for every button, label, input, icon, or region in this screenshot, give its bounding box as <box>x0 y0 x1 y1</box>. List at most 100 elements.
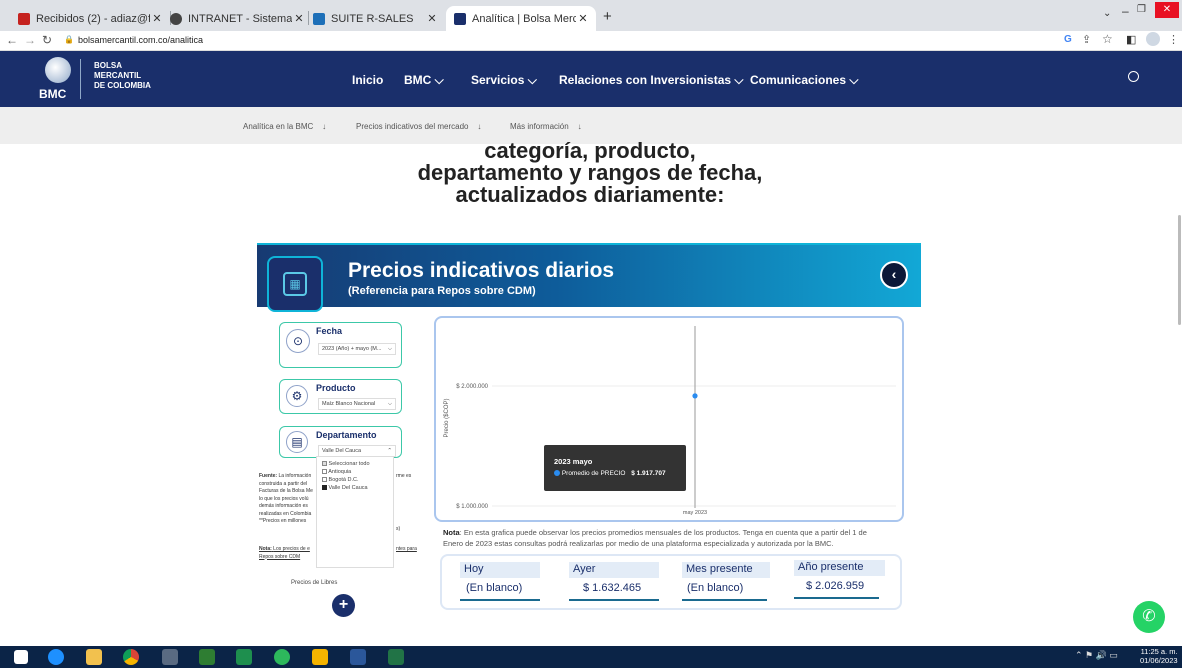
menu-kebab-icon[interactable]: ⋮ <box>1168 33 1179 46</box>
chart-container: $ 2.000.000 $ 1.000.000 Precio ($COP) may 2… <box>434 316 904 522</box>
reload-icon[interactable]: ↻ <box>42 33 52 47</box>
gmail-icon <box>18 12 30 25</box>
nav-relaciones-inversionistas[interactable]: Relaciones con Inversionistas ⌵ <box>559 73 744 88</box>
brand-name: BOLSA MERCANTIL DE COLOMBIA <box>94 61 151 90</box>
lock-icon[interactable]: 🔒 <box>64 35 74 44</box>
fecha-select[interactable]: 2023 (Año) + mayo (M... ⌵ <box>318 343 396 355</box>
whatsapp-icon[interactable]: ✆ <box>1133 601 1165 633</box>
tab-search-chevron-icon[interactable]: ⌄ <box>1103 8 1111 19</box>
chevron-down-icon: ⌵ <box>387 346 392 352</box>
chrome-icon[interactable] <box>123 649 139 665</box>
maximize-button[interactable]: ❐ <box>1137 4 1146 15</box>
powerbi-icon[interactable] <box>312 649 328 665</box>
data-point <box>692 393 698 399</box>
producto-select[interactable]: Maíz Blanco Nacional ⌵ <box>318 398 396 410</box>
store-icon[interactable] <box>236 649 252 665</box>
bmc-favicon-icon <box>454 12 466 25</box>
tab-suite-rsales[interactable]: SUITE R-SALES ✕ <box>305 6 445 31</box>
source-notes-right-2: s) <box>396 526 401 532</box>
kpi-anio-presente: Año presente $ 2.026.959 <box>794 560 889 602</box>
series-dot-icon <box>554 470 560 477</box>
filter-producto[interactable]: ⚙ Producto Maíz Blanco Nacional ⌵ <box>279 379 402 414</box>
filter-fecha[interactable]: ⊙ Fecha 2023 (Año) + mayo (M... ⌵ <box>279 322 402 368</box>
google-icon[interactable]: G <box>1064 34 1072 45</box>
address-bar: ← → ↻ 🔒 bolsamercantil.com.co/analitica … <box>0 31 1182 51</box>
checkbox[interactable] <box>322 469 327 475</box>
nota-link-right[interactable]: ntes para <box>396 546 417 552</box>
close-window-button[interactable]: ✕ <box>1155 2 1179 18</box>
close-icon[interactable]: ✕ <box>425 12 439 25</box>
checkbox[interactable] <box>322 461 327 467</box>
page-scrollbar[interactable] <box>1178 215 1181 325</box>
excel-icon[interactable] <box>388 649 404 665</box>
tab-analitica[interactable]: Analítica | Bolsa Mercantil de Col ✕ <box>446 6 596 31</box>
ie-icon[interactable] <box>48 649 64 665</box>
windows-start-icon[interactable] <box>14 650 28 664</box>
chevron-down-icon: ⌵ <box>849 73 859 87</box>
checkbox-checked[interactable] <box>322 485 327 491</box>
tab-gmail[interactable]: Recibidos (2) - adiaz@fenalceco ✕ <box>10 6 170 31</box>
arrow-down-icon: ↓ <box>322 122 327 131</box>
source-notes: Fuente: La información construida a part… <box>259 473 313 524</box>
departamento-dropdown: Seleccionar todo Antioquia Bogotá D.C. V… <box>316 456 394 568</box>
url-text[interactable]: bolsamercantil.com.co/analitica <box>78 35 203 45</box>
logo-divider <box>80 59 81 99</box>
kpi-mes-presente: Mes presente (En blanco) <box>682 562 777 604</box>
report-subtitle: (Referencia para Repos sobre CDM) <box>348 285 536 297</box>
kpi-ayer: Ayer $ 1.632.465 <box>569 562 664 604</box>
back-arrow-button[interactable]: ‹ <box>880 261 908 289</box>
close-icon[interactable]: ✕ <box>292 12 306 25</box>
sidebar-icon[interactable]: ◧ <box>1126 33 1136 46</box>
dropdown-option-valle[interactable]: Valle Del Cauca <box>322 485 368 491</box>
bmc-logo-globe-icon <box>45 57 71 83</box>
chevron-down-icon: ⌵ <box>387 401 392 407</box>
close-icon[interactable]: ✕ <box>576 12 590 25</box>
nota-link[interactable]: Nota: Los precios de e Repos sobre CDM <box>259 546 310 561</box>
subnav-mas-info[interactable]: Más información ↓ <box>510 122 582 131</box>
nota-text: Nota: En esta grafica puede observar los… <box>443 528 867 548</box>
add-button[interactable]: + <box>332 594 355 617</box>
tab-intranet[interactable]: INTRANET - Sistema de Informac ✕ <box>162 6 312 31</box>
calendar-money-icon: ⊙ <box>286 329 310 353</box>
report-logo: ▦ <box>267 256 323 312</box>
file-explorer-icon[interactable] <box>86 649 102 665</box>
clock[interactable]: 11:25 a. m. 01/06/2023 <box>1140 647 1178 665</box>
chevron-down-icon: ⌵ <box>434 73 444 87</box>
checkbox[interactable] <box>322 477 327 483</box>
kpi-hoy: Hoy (En blanco) <box>460 562 545 604</box>
search-icon[interactable] <box>1128 71 1139 82</box>
nav-comunicaciones[interactable]: Comunicaciones ⌵ <box>750 73 858 88</box>
share-icon[interactable]: ⇪ <box>1082 33 1091 46</box>
nav-servicios[interactable]: Servicios ⌵ <box>471 73 537 88</box>
dropdown-option-bogota[interactable]: Bogotá D.C. <box>322 477 359 483</box>
precios-libres-label: Precios de Libres <box>291 580 338 586</box>
terminal-icon[interactable] <box>162 649 178 665</box>
subnav-precios[interactable]: Precios indicativos del mercado ↓ <box>356 122 481 131</box>
profile-avatar[interactable] <box>1146 32 1160 46</box>
dropdown-option-todo[interactable]: Seleccionar todo <box>322 461 370 467</box>
forward-icon[interactable]: → <box>24 33 36 47</box>
source-notes-right: rme es <box>396 473 412 479</box>
map-icon: ▤ <box>286 431 308 453</box>
calculator-icon[interactable] <box>199 649 215 665</box>
chevron-down-icon: ⌵ <box>734 73 744 87</box>
system-tray-icons[interactable]: ⌃ ⚑ 🔊 ▭ <box>1075 650 1118 661</box>
nav-inicio[interactable]: Inicio <box>352 73 383 87</box>
chevron-down-icon: ⌵ <box>527 73 537 87</box>
messaging-icon[interactable] <box>274 649 290 665</box>
tooltip-row: Promedio de PRECIO $ 1.917.707 <box>554 470 666 477</box>
site-header: BMC BOLSA MERCANTIL DE COLOMBIA Inicio B… <box>0 51 1182 107</box>
minimize-button[interactable]: – <box>1122 4 1129 18</box>
dropdown-option-antioquia[interactable]: Antioquia <box>322 469 351 475</box>
word-icon[interactable] <box>350 649 366 665</box>
product-icon: ⚙ <box>286 385 308 407</box>
nav-bmc[interactable]: BMC ⌵ <box>404 73 444 88</box>
y-tick-label: $ 1.000.000 <box>456 504 488 510</box>
filter-departamento[interactable]: ▤ Departamento Valle Del Cauca ⌃ <box>279 426 402 458</box>
report-title: Precios indicativos diarios <box>348 259 615 282</box>
subnav-analitica[interactable]: Analítica en la BMC ↓ <box>243 122 326 131</box>
bookmark-star-icon[interactable]: ☆ <box>1102 32 1113 46</box>
new-tab-button[interactable]: + <box>603 8 612 25</box>
bmc-logo-text: BMC <box>39 87 67 101</box>
back-icon[interactable]: ← <box>6 33 18 47</box>
